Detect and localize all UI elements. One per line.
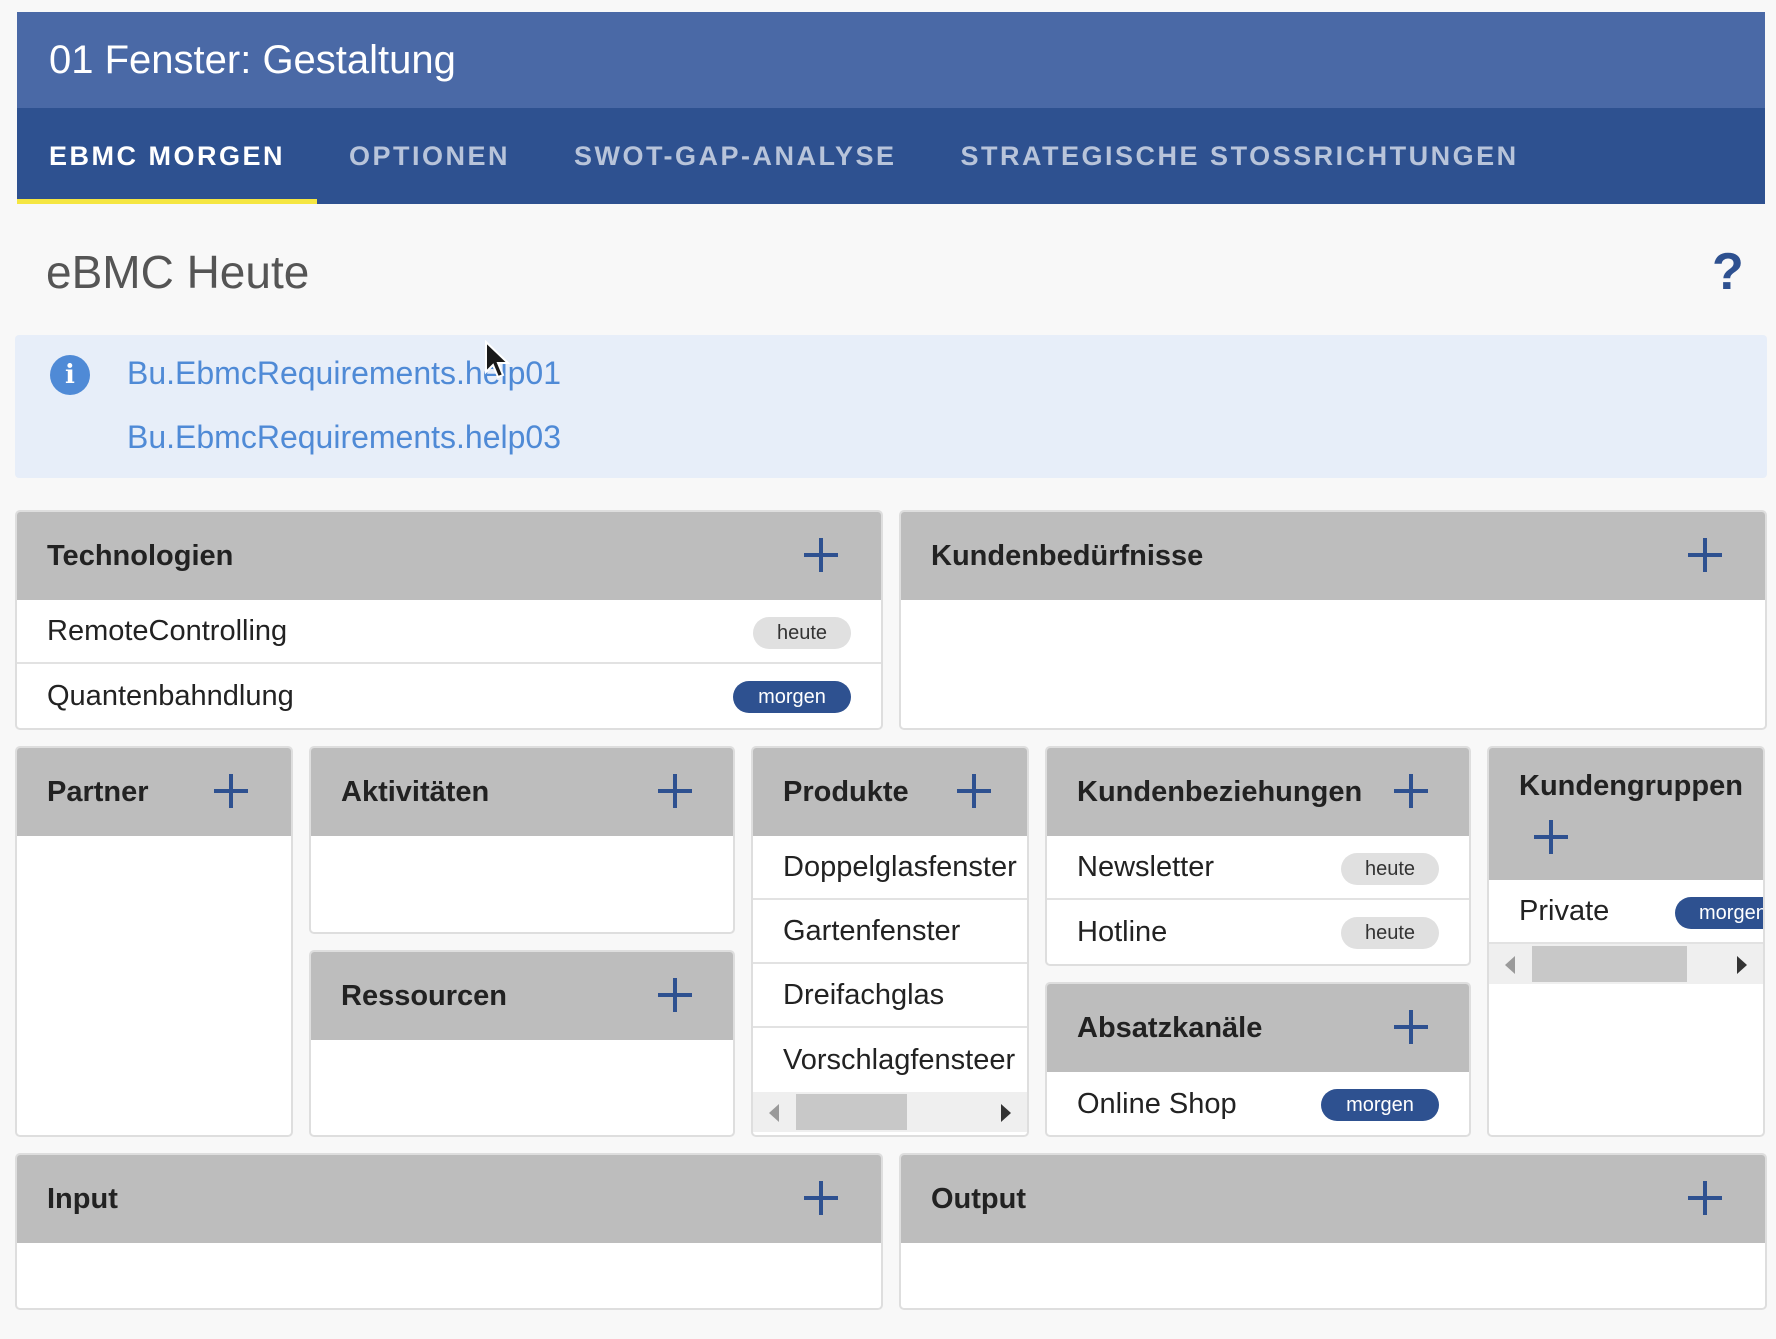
tab-swot-gap-analyse[interactable]: SWOT-GAP-ANALYSE (542, 108, 929, 204)
card-produkte: Produkte Doppelglasfenster Gartenfenster… (751, 746, 1029, 1137)
add-kundenbeduerfnis-icon[interactable] (1684, 534, 1726, 576)
add-produkt-icon[interactable] (953, 770, 995, 812)
card-kundengruppen: Kundengruppen Private morgen (1487, 746, 1765, 1137)
card-title: Technologien (47, 539, 234, 572)
add-input-icon[interactable] (800, 1177, 842, 1219)
tab-bar: EBMC MORGEN OPTIONEN SWOT-GAP-ANALYSE ST… (17, 108, 1765, 204)
card-header: Kundenbeziehungen (1047, 748, 1469, 836)
item-label: Gartenfenster (783, 914, 961, 947)
list-item[interactable]: Newsletter heute (1047, 836, 1469, 900)
add-output-icon[interactable] (1684, 1177, 1726, 1219)
info-box: i Bu.EbmcRequirements.help01 Bu.EbmcRequ… (15, 335, 1767, 478)
card-kundenbeziehungen: Kundenbeziehungen Newsletter heute Hotli… (1045, 746, 1471, 966)
status-badge: morgen (733, 681, 851, 713)
add-kundenbeziehung-icon[interactable] (1390, 770, 1432, 812)
card-header: Aktivitäten (311, 748, 733, 836)
item-label: Quantenbahndlung (47, 679, 294, 712)
list-item[interactable]: Hotline heute (1047, 900, 1469, 964)
list-item[interactable]: Doppelglasfenster (753, 836, 1027, 900)
card-title: Partner (47, 775, 149, 808)
card-title: Input (47, 1182, 118, 1215)
status-badge: heute (1341, 917, 1439, 949)
list-item[interactable]: Quantenbahndlung morgen (17, 664, 881, 728)
item-label: Hotline (1077, 915, 1168, 948)
add-partner-icon[interactable] (210, 770, 252, 812)
scroll-right-icon[interactable] (1737, 956, 1747, 974)
card-header: Input (17, 1155, 881, 1243)
item-label: RemoteControlling (47, 614, 288, 647)
horizontal-scrollbar[interactable] (753, 1092, 1027, 1132)
card-header: Absatzkanäle (1047, 984, 1469, 1072)
item-label: Doppelglasfenster (783, 850, 1017, 883)
status-badge: morgen (1321, 1089, 1439, 1121)
card-header: Output (901, 1155, 1765, 1243)
card-header: Kundenbedürfnisse (901, 512, 1765, 600)
card-technologien: Technologien RemoteControlling heute Qua… (15, 510, 883, 730)
window-header: 01 Fenster: Gestaltung (17, 12, 1765, 108)
info-icon: i (50, 355, 90, 395)
add-ressource-icon[interactable] (654, 974, 696, 1016)
scroll-left-icon[interactable] (1505, 956, 1515, 974)
scrollbar-thumb[interactable] (796, 1094, 907, 1130)
card-kundenbeduerfnisse: Kundenbedürfnisse (899, 510, 1767, 730)
card-title: Produkte (783, 775, 909, 808)
card-title: Output (931, 1182, 1027, 1215)
tab-strategische-stossrichtungen[interactable]: STRATEGISCHE STOSSRICHTUNGEN (929, 108, 1551, 204)
list-item[interactable]: Online Shop morgen (1047, 1072, 1469, 1135)
card-ressourcen: Ressourcen (309, 950, 735, 1137)
list-item[interactable]: Private morgen (1489, 880, 1763, 944)
card-output: Output (899, 1153, 1767, 1310)
scroll-right-icon[interactable] (1001, 1104, 1011, 1122)
add-aktivitaet-icon[interactable] (654, 770, 696, 812)
help-link-03[interactable]: Bu.EbmcRequirements.help03 (127, 419, 561, 456)
page-title: eBMC Heute (46, 246, 310, 298)
card-title: Kundenbeziehungen (1077, 775, 1363, 808)
add-absatzkanal-icon[interactable] (1390, 1006, 1432, 1048)
list-item[interactable]: Vorschlagfensteer (753, 1028, 1027, 1092)
list-item[interactable]: RemoteControlling heute (17, 600, 881, 664)
card-input: Input (15, 1153, 883, 1310)
card-title: Kundengruppen (1519, 770, 1743, 802)
help-icon[interactable]: ? (1712, 242, 1744, 302)
list-item[interactable]: Dreifachglas (753, 964, 1027, 1028)
card-aktivitaeten: Aktivitäten (309, 746, 735, 934)
card-title: Aktivitäten (341, 775, 490, 808)
horizontal-scrollbar[interactable] (1489, 944, 1763, 984)
item-label: Private (1519, 894, 1610, 927)
status-badge: heute (753, 617, 851, 649)
card-header: Technologien (17, 512, 881, 600)
scroll-left-icon[interactable] (769, 1104, 779, 1122)
status-badge: heute (1341, 853, 1439, 885)
mouse-pointer-icon (485, 340, 511, 379)
card-partner: Partner (15, 746, 293, 1137)
card-title: Ressourcen (341, 979, 508, 1012)
window-title: 01 Fenster: Gestaltung (49, 37, 456, 82)
item-label: Newsletter (1077, 850, 1214, 883)
add-kundengruppe-icon[interactable] (1530, 816, 1572, 858)
card-title: Kundenbedürfnisse (931, 539, 1204, 572)
add-technologie-icon[interactable] (800, 534, 842, 576)
app-window: 01 Fenster: Gestaltung EBMC MORGEN OPTIO… (0, 0, 1776, 1339)
list-item[interactable]: Gartenfenster (753, 900, 1027, 964)
item-label: Vorschlagfensteer (783, 1043, 1016, 1076)
tab-optionen[interactable]: OPTIONEN (317, 108, 542, 204)
card-header: Produkte (753, 748, 1027, 836)
item-label: Online Shop (1077, 1087, 1237, 1120)
card-absatzkanaele: Absatzkanäle Online Shop morgen (1045, 982, 1471, 1137)
status-badge: morgen (1675, 897, 1763, 929)
card-header: Ressourcen (311, 952, 733, 1040)
tab-ebmc-morgen[interactable]: EBMC MORGEN (17, 108, 317, 204)
card-header: Partner (17, 748, 291, 836)
card-title: Absatzkanäle (1077, 1011, 1263, 1044)
scrollbar-thumb[interactable] (1532, 946, 1687, 982)
item-label: Dreifachglas (783, 978, 945, 1011)
card-header: Kundengruppen (1489, 748, 1763, 880)
